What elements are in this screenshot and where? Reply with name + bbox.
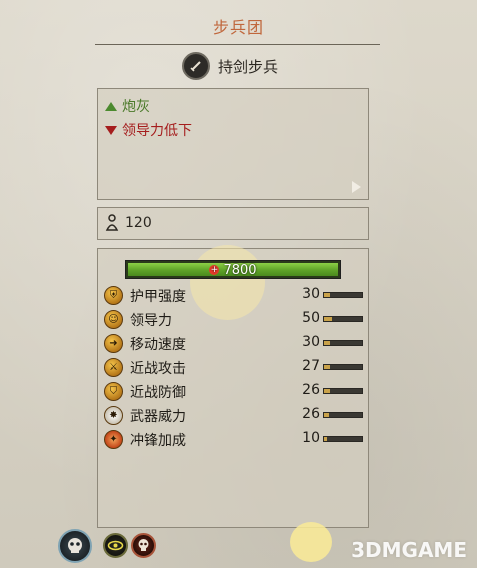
stat-value: 30 xyxy=(302,286,320,302)
watermark-text: 3DMGAME xyxy=(351,538,467,562)
panel-title: 步兵团 xyxy=(212,18,264,37)
speed-icon: ➜ xyxy=(104,334,123,353)
stat-label: 武器威力 xyxy=(130,409,186,425)
stat-bar-fill xyxy=(324,293,330,297)
title-divider xyxy=(95,44,380,45)
stat-label: 近战攻击 xyxy=(130,361,186,377)
stat-row-leadership[interactable]: ☺ 领导力 50 xyxy=(104,309,366,331)
stat-bar xyxy=(323,388,363,394)
stat-bar xyxy=(323,412,363,418)
eye-ability-icon[interactable] xyxy=(103,533,128,558)
melee-attack-icon: ⚔ xyxy=(104,358,123,377)
stat-row-melee-defense[interactable]: ⛉ 近战防御 26 xyxy=(104,381,366,403)
armor-icon: ⛨ xyxy=(104,286,123,305)
stat-bar-fill xyxy=(324,413,329,417)
charge-bonus-icon: ✦ xyxy=(104,430,123,449)
stat-value: 26 xyxy=(302,406,320,422)
stat-bar-fill xyxy=(324,341,330,345)
skull-ability-icon[interactable] xyxy=(131,533,156,558)
stat-value: 27 xyxy=(302,358,320,374)
stat-bar xyxy=(323,436,363,442)
stat-bar-fill xyxy=(324,365,330,369)
stat-bar-fill xyxy=(324,437,328,441)
weapon-strength-icon: ✸ xyxy=(104,406,123,425)
leadership-icon: ☺ xyxy=(104,310,123,329)
stat-row-armor[interactable]: ⛨ 护甲强度 30 xyxy=(104,285,366,307)
sword-icon xyxy=(182,52,210,80)
stat-bar xyxy=(323,340,363,346)
stat-label: 领导力 xyxy=(130,313,172,329)
stat-label: 移动速度 xyxy=(130,337,186,353)
arrow-up-icon xyxy=(105,101,117,111)
stat-row-weapon-strength[interactable]: ✸ 武器威力 26 xyxy=(104,405,366,427)
trait-label: 领导力低下 xyxy=(122,123,192,139)
arrow-down-icon xyxy=(105,125,117,135)
health-label: + 7800 xyxy=(125,261,341,279)
trait-label: 炮灰 xyxy=(122,99,150,115)
men-count-value: 120 xyxy=(125,214,152,231)
stat-row-charge-bonus[interactable]: ✦ 冲锋加成 10 xyxy=(104,429,366,451)
stat-bar xyxy=(323,316,363,322)
stat-value: 50 xyxy=(302,310,320,326)
stat-label: 护甲强度 xyxy=(130,289,186,305)
trait-positive[interactable]: 炮灰 xyxy=(105,96,150,116)
unit-ability-icon[interactable] xyxy=(58,529,92,563)
stat-bar-fill xyxy=(324,389,330,393)
expand-arrow-button[interactable] xyxy=(352,181,361,193)
men-count: 120 xyxy=(105,214,152,231)
stat-label: 近战防御 xyxy=(130,385,186,401)
health-value: 7800 xyxy=(223,262,257,278)
stat-value: 30 xyxy=(302,334,320,350)
unit-type-label: 持剑步兵 xyxy=(218,57,279,76)
melee-defense-icon: ⛉ xyxy=(104,382,123,401)
stat-bar xyxy=(323,292,363,298)
unit-type: 持剑步兵 xyxy=(182,52,278,80)
stat-value: 10 xyxy=(302,430,320,446)
stat-bar xyxy=(323,364,363,370)
stat-value: 26 xyxy=(302,382,320,398)
health-plus-icon: + xyxy=(209,265,220,275)
stat-label: 冲锋加成 xyxy=(130,433,186,449)
watermark-logo-mascot xyxy=(290,522,332,562)
person-icon xyxy=(105,214,119,231)
stat-row-melee-attack[interactable]: ⚔ 近战攻击 27 xyxy=(104,357,366,379)
stat-row-speed[interactable]: ➜ 移动速度 30 xyxy=(104,333,366,355)
stat-bar-fill xyxy=(324,317,332,321)
trait-negative[interactable]: 领导力低下 xyxy=(105,120,192,140)
